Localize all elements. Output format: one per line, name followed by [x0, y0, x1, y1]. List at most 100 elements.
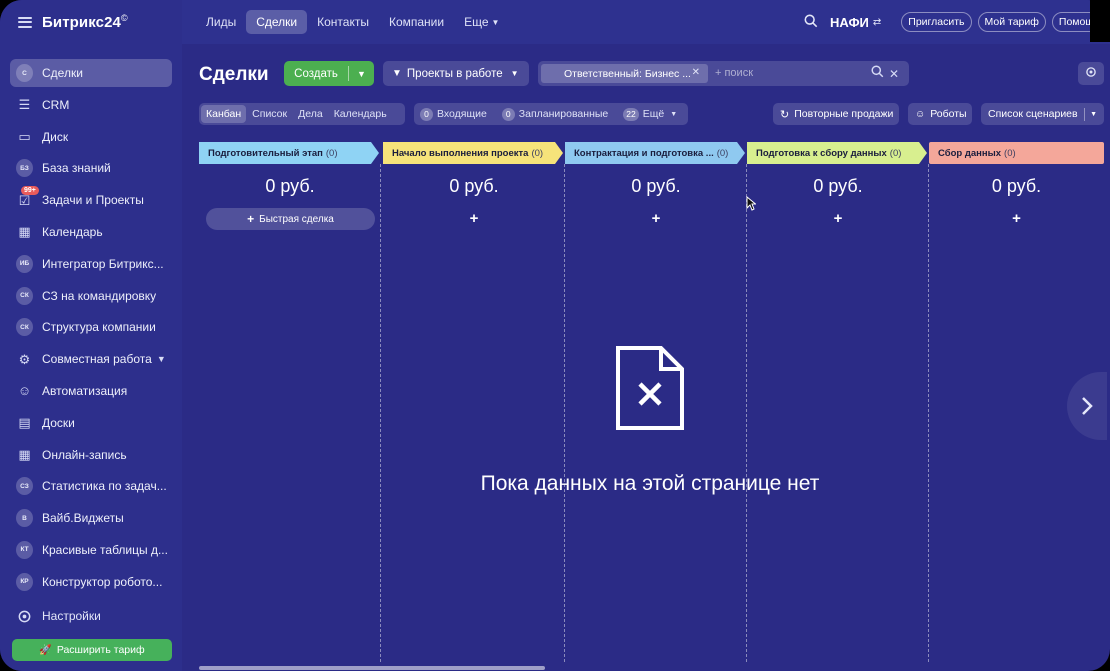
stage-header[interactable]: Контрактация и подготовка ... (0): [565, 142, 745, 164]
sidebar-item-settings[interactable]: Настройки: [10, 603, 101, 629]
sidebar-item[interactable]: СК Структура компании: [10, 313, 172, 341]
search-icon[interactable]: [804, 14, 820, 30]
incoming-count: 0: [420, 107, 433, 121]
sidebar-item[interactable]: ▦ Календарь: [10, 218, 172, 246]
sidebar-item-label: Совместная работа: [42, 352, 152, 367]
stage-count: (0): [1004, 147, 1016, 159]
mouse-cursor-icon: [746, 196, 756, 211]
add-deal-button[interactable]: +: [383, 210, 565, 227]
avatar-abbr: КТ: [16, 540, 33, 559]
robots-button[interactable]: ☺ Роботы: [908, 103, 972, 125]
scenarios-button[interactable]: Список сценариев ▼: [981, 103, 1104, 125]
view-tab[interactable]: Дела: [293, 105, 328, 123]
sidebar-item[interactable]: КТ Красивые таблицы д...: [10, 536, 172, 564]
stage-header[interactable]: Подготовительный этап (0): [199, 142, 379, 164]
column-divider: [380, 164, 381, 662]
logo[interactable]: Битрикс24©: [42, 13, 128, 31]
robot-icon: ☺: [915, 108, 926, 120]
stage-header[interactable]: Подготовка к сбору данных (0): [747, 142, 927, 164]
rocket-icon: 🚀: [39, 644, 52, 656]
sidebar-item[interactable]: ▦ Онлайн-запись: [10, 441, 172, 469]
avatar-abbr: С: [16, 64, 33, 82]
collab-icon: ⚙: [18, 351, 31, 367]
top-tab[interactable]: Контакты: [307, 10, 379, 34]
invite-button[interactable]: Пригласить: [901, 12, 972, 32]
filter-search[interactable]: Ответственный: Бизнес ... ✕ + поиск ✕: [538, 61, 909, 86]
avatar-icon: БЗ: [16, 159, 33, 178]
view-tab[interactable]: Канбан: [201, 105, 247, 123]
filter-icons: ✕: [871, 65, 899, 83]
sidebar-item[interactable]: ☰ CRM: [10, 91, 172, 119]
menu-icon[interactable]: [18, 16, 32, 28]
sidebar-item[interactable]: ⚙ Совместная работа ▼: [10, 345, 172, 373]
pipeline-label: Проекты в работе: [406, 67, 503, 80]
disk-icon: ▭: [18, 129, 31, 145]
add-deal-button[interactable]: +: [565, 210, 747, 227]
booking-icon: ▦: [18, 447, 31, 463]
sidebar-item-label: СЗ на командировку: [42, 288, 157, 303]
top-tab-label: Компании: [388, 15, 445, 29]
counter-more[interactable]: 22 Ещё ▼: [623, 107, 677, 121]
sidebar-item[interactable]: ☺ Автоматизация: [10, 377, 172, 405]
top-tab[interactable]: Еще ▼: [454, 10, 509, 34]
sidebar-item[interactable]: БЗ База знаний: [10, 154, 172, 182]
search-input[interactable]: + поиск: [715, 67, 753, 79]
counter-planned[interactable]: 0 Запланированные: [501, 107, 608, 121]
app-window: Битрикс24© С Сделки ☰ CRM ▭ Диск БЗ База знаний…: [0, 0, 1110, 671]
stage-header[interactable]: Сбор данных (0): [929, 142, 1104, 164]
filter-tag[interactable]: Ответственный: Бизнес ... ✕: [541, 64, 708, 83]
sidebar-item[interactable]: СЗ Статистика по задач...: [10, 472, 172, 500]
avatar-icon: СК: [16, 318, 33, 337]
sidebar-item-label: CRM: [42, 97, 70, 112]
repeat-sales-button[interactable]: ↻ Повторные продажи: [773, 103, 899, 125]
sidebar-item[interactable]: ИБ Интегратор Битрикс...: [10, 250, 172, 278]
plus-icon: +: [247, 212, 255, 226]
counter-incoming[interactable]: 0 Входящие: [420, 107, 487, 121]
quick-deal-button[interactable]: + Быстрая сделка: [206, 208, 375, 230]
funnel-icon: ▼: [392, 68, 402, 79]
search-icon[interactable]: [871, 65, 884, 83]
view-tab[interactable]: Список: [247, 105, 292, 123]
stage-header[interactable]: Начало выполнения проекта (0): [383, 142, 563, 164]
chevron-down-icon[interactable]: ▼: [1090, 111, 1097, 118]
sidebar-item-label: Диск: [42, 129, 69, 144]
horizontal-scrollbar[interactable]: [199, 666, 545, 670]
view-tab[interactable]: Календарь: [329, 105, 392, 123]
sidebar-item-label: Структура компании: [42, 320, 156, 335]
top-tab[interactable]: Компании: [379, 10, 454, 34]
avatar-icon: КТ: [16, 540, 33, 559]
chevron-down-icon[interactable]: ▼: [157, 354, 166, 364]
create-button[interactable]: Создать ▼: [284, 61, 374, 86]
calendar-icon: ▦: [18, 224, 31, 240]
clear-icon[interactable]: ✕: [889, 67, 899, 81]
top-tab[interactable]: Сделки: [246, 10, 308, 34]
company-name[interactable]: НАФИ: [830, 15, 869, 30]
sidebar-item[interactable]: В Вайб.Виджеты: [10, 504, 172, 532]
sidebar-item[interactable]: ▭ Диск: [10, 123, 172, 151]
empty-state: Пока данных на этой странице нет: [420, 345, 880, 496]
switch-icon[interactable]: ⇄: [873, 17, 881, 28]
upgrade-button[interactable]: 🚀 Расширить тариф: [12, 639, 172, 661]
avatar-icon: ИБ: [16, 254, 33, 273]
sidebar-item[interactable]: ☑ 99+ Задачи и Проекты: [10, 186, 172, 214]
sidebar-item[interactable]: СК СЗ на командировку: [10, 282, 172, 310]
stage-title: Подготовка к сбору данных: [756, 147, 887, 159]
close-icon[interactable]: ✕: [692, 67, 700, 78]
add-deal-button[interactable]: +: [929, 210, 1104, 227]
top-tab[interactable]: Лиды: [196, 10, 246, 34]
repeat-icon: ↻: [780, 108, 790, 121]
top-right: НАФИ ⇄ Пригласить Мой тариф Помощь: [804, 10, 1110, 34]
sidebar-item[interactable]: ▤ Доски: [10, 409, 172, 437]
pipeline-select[interactable]: ▼ Проекты в работе ▼: [383, 61, 529, 86]
chevron-down-icon[interactable]: ▼: [349, 69, 374, 79]
avatar-icon: СК: [16, 286, 33, 305]
settings-button[interactable]: [1078, 62, 1104, 85]
sidebar-item[interactable]: КР Конструктор робото...: [10, 568, 172, 596]
plan-button[interactable]: Мой тариф: [977, 12, 1046, 32]
add-deal-button[interactable]: +: [747, 210, 929, 227]
chevron-right-icon: [1082, 397, 1093, 415]
filter-tag-label: Ответственный: Бизнес ...: [564, 67, 691, 80]
sidebar-item[interactable]: С Сделки: [10, 59, 172, 87]
sidebar-item-label: База знаний: [42, 161, 111, 176]
kanban-column: Подготовительный этап (0) 0 руб. + Быстрая с…: [199, 142, 381, 662]
